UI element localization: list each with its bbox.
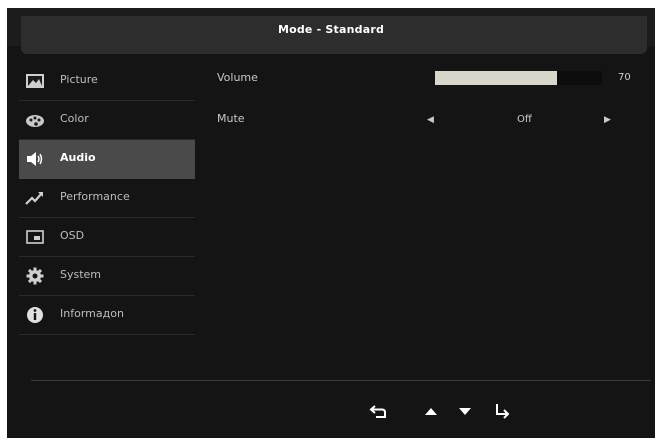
picture-icon [25, 72, 45, 90]
page-title: Mode - Standard [277, 23, 385, 36]
sidebar-item-label: Performance [60, 190, 130, 203]
sidebar-item-label: Audio [60, 151, 96, 164]
sidebar-item-picture[interactable]: Picture [19, 62, 195, 101]
sidebar: Picture Color Audio Performance OSD Syst… [19, 62, 195, 335]
speaker-icon [25, 150, 45, 168]
header: Mode - Standard [7, 8, 655, 54]
mute-right-arrow-icon[interactable]: ▶ [604, 115, 611, 125]
info-icon [25, 306, 45, 324]
sidebar-item-color[interactable]: Color [19, 101, 195, 140]
mute-value: Off [517, 114, 532, 125]
volume-slider[interactable] [435, 71, 602, 85]
mute-left-arrow-icon[interactable]: ◀ [427, 115, 434, 125]
enter-icon[interactable] [492, 402, 512, 420]
volume-value: 70 [618, 72, 631, 83]
divider [31, 380, 651, 381]
gear-icon [25, 267, 45, 285]
performance-graph-icon [25, 189, 45, 207]
up-arrow-icon[interactable] [421, 402, 441, 420]
volume-label: Volume [217, 71, 258, 84]
osd-menu: Mode - Standard Picture Color Audio Perf… [7, 8, 655, 438]
back-icon[interactable] [369, 402, 389, 420]
down-arrow-icon[interactable] [455, 402, 475, 420]
volume-slider-fill [435, 71, 557, 85]
sidebar-item-label: Picture [60, 73, 98, 86]
osd-icon [25, 228, 45, 246]
sidebar-item-performance[interactable]: Performance [19, 179, 195, 218]
sidebar-item-system[interactable]: System [19, 257, 195, 296]
sidebar-item-osd[interactable]: OSD [19, 218, 195, 257]
sidebar-item-label: Informaдon [60, 307, 124, 320]
color-palette-icon [25, 111, 45, 129]
sidebar-item-label: OSD [60, 229, 85, 242]
sidebar-item-label: System [60, 268, 102, 281]
sidebar-item-information[interactable]: Informaдon [19, 296, 195, 335]
mute-label: Mute [217, 112, 245, 125]
sidebar-item-label: Color [60, 112, 89, 125]
sidebar-item-audio[interactable]: Audio [19, 140, 195, 179]
